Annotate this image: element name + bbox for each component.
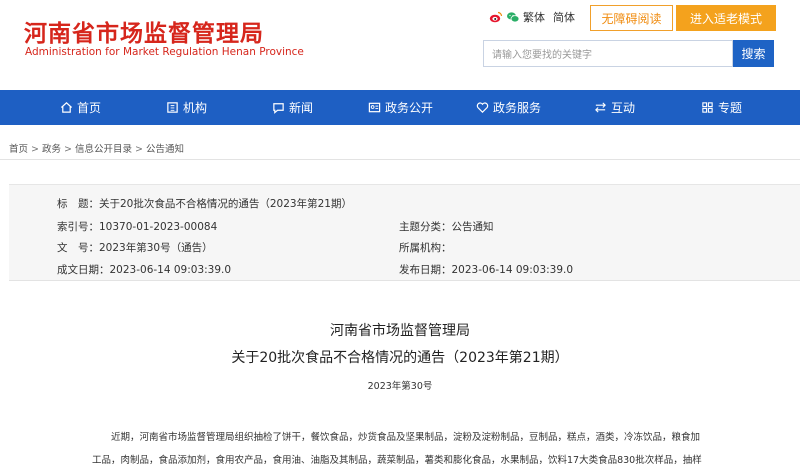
building-icon xyxy=(167,102,178,113)
meta-category-value: 公告通知 xyxy=(451,221,494,233)
meta-docno-value: 2023年第30号（通告） xyxy=(99,242,213,254)
lang-simplified-link[interactable]: 简体 xyxy=(553,9,575,25)
nav-item-label: 首页 xyxy=(77,101,102,115)
breadcrumb-separator: > xyxy=(31,144,39,155)
main-nav: 首页 机构 新闻 政务公开 政务服务 互动 专题 xyxy=(0,90,800,125)
home-icon xyxy=(60,102,73,113)
breadcrumb: 首页 > 政务 > 信息公开目录 > 公告通知 xyxy=(9,141,184,155)
meta-title: 标 题：关于20批次食品不合格情况的通告（2023年第21期） xyxy=(57,196,352,211)
meta-index-label: 索引号： xyxy=(57,221,99,233)
article-doc-number: 2023年第30号 xyxy=(367,381,433,392)
meta-docno: 文 号：2023年第30号（通告） xyxy=(57,240,213,255)
breadcrumb-gov[interactable]: 政务 xyxy=(42,144,61,155)
site-header: 河南省市场监督管理局 Administration for Market Reg… xyxy=(0,0,800,90)
wechat-icon[interactable] xyxy=(506,10,520,24)
chat-icon xyxy=(273,103,284,114)
meta-title-label: 标 题： xyxy=(57,198,99,210)
nav-item-org[interactable]: 机构 xyxy=(166,90,207,125)
meta-published-label: 发布日期： xyxy=(399,264,452,276)
article-body-line2: 工品，肉制品，食品添加剂，食用农产品，食用油、油脂及其制品，蔬菜制品，薯类和膨化… xyxy=(92,455,702,466)
weibo-icon[interactable] xyxy=(489,10,503,24)
article-body-line1: 近期，河南省市场监督管理局组织抽检了饼干，餐饮食品，炒货食品及坚果制品，淀粉及淀… xyxy=(111,432,701,443)
nav-item-home[interactable]: 首页 xyxy=(60,90,101,125)
search-input[interactable]: 请输入您要找的关键字 xyxy=(483,40,733,67)
meta-org: 所属机构： xyxy=(399,240,452,255)
meta-org-label: 所属机构： xyxy=(399,242,452,254)
meta-docno-label: 文 号： xyxy=(57,242,99,254)
logo-title-en: Administration for Market Regulation Hen… xyxy=(25,46,304,58)
search-button[interactable]: 搜索 xyxy=(733,40,774,67)
meta-created-label: 成文日期： xyxy=(57,264,110,276)
nav-item-label: 政务服务 xyxy=(493,101,542,115)
breadcrumb-separator: > xyxy=(134,144,143,155)
page: 河南省市场监督管理局 Administration for Market Reg… xyxy=(0,0,800,466)
nav-item-label: 专题 xyxy=(718,101,743,115)
heart-icon xyxy=(476,102,489,113)
grid-icon xyxy=(702,102,713,113)
nav-item-interact[interactable]: 互动 xyxy=(594,90,635,125)
nav-item-gov-open[interactable]: 政务公开 xyxy=(368,90,433,125)
article-title-line2: 关于20批次食品不合格情况的通告（2023年第21期） xyxy=(231,350,569,366)
nav-item-label: 机构 xyxy=(183,101,208,115)
meta-index: 索引号：10370-01-2023-00084 xyxy=(57,219,217,234)
breadcrumb-catalog[interactable]: 信息公开目录 xyxy=(75,144,132,155)
language-bar: 繁体 简体 xyxy=(489,9,583,25)
nav-item-label: 新闻 xyxy=(289,101,314,115)
elder-mode-button[interactable]: 进入适老模式 xyxy=(676,5,776,31)
breadcrumb-notice[interactable]: 公告通知 xyxy=(146,144,184,155)
accessible-reading-button[interactable]: 无障碍阅读 xyxy=(590,5,673,31)
nav-item-news[interactable]: 新闻 xyxy=(272,90,313,125)
meta-created: 成文日期：2023-06-14 09:03:39.0 xyxy=(57,262,231,277)
nav-item-label: 互动 xyxy=(611,101,636,115)
meta-divider xyxy=(9,280,800,281)
breadcrumb-separator: > xyxy=(64,144,72,155)
meta-published: 发布日期：2023-06-14 09:03:39.0 xyxy=(399,262,573,277)
meta-category-label: 主题分类： xyxy=(399,221,452,233)
nav-item-gov-service[interactable]: 政务服务 xyxy=(476,90,541,125)
breadcrumb-home[interactable]: 首页 xyxy=(9,144,28,155)
meta-published-value: 2023-06-14 09:03:39.0 xyxy=(451,264,574,276)
swap-icon xyxy=(595,102,606,113)
nav-item-topics[interactable]: 专题 xyxy=(701,90,742,125)
id-card-icon xyxy=(368,102,381,113)
meta-created-value: 2023-06-14 09:03:39.0 xyxy=(109,264,232,276)
meta-index-value: 10370-01-2023-00084 xyxy=(99,221,218,233)
meta-title-value: 关于20批次食品不合格情况的通告（2023年第21期） xyxy=(99,198,352,210)
lang-traditional-link[interactable]: 繁体 xyxy=(523,9,545,25)
article-title-line1: 河南省市场监督管理局 xyxy=(330,323,470,339)
breadcrumb-divider xyxy=(0,159,800,160)
meta-category: 主题分类：公告通知 xyxy=(399,219,494,234)
logo-title-cn[interactable]: 河南省市场监督管理局 xyxy=(24,14,264,48)
nav-item-label: 政务公开 xyxy=(385,101,434,115)
